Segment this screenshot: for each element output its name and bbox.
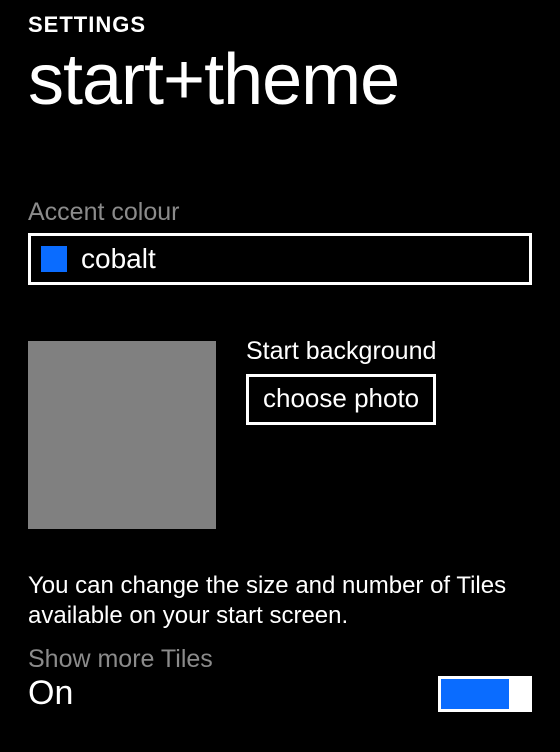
accent-colour-name: cobalt — [81, 245, 156, 273]
show-more-tiles-state: On — [28, 674, 73, 713]
accent-colour-label: Accent colour — [28, 198, 532, 227]
toggle-fill — [441, 679, 509, 709]
breadcrumb: SETTINGS — [28, 12, 532, 38]
start-background-label: Start background — [246, 337, 532, 366]
choose-photo-button[interactable]: choose photo — [246, 374, 436, 425]
show-more-tiles-toggle[interactable] — [438, 676, 532, 712]
toggle-thumb-icon — [509, 677, 529, 711]
accent-swatch-icon — [41, 246, 67, 272]
start-background-preview[interactable] — [28, 341, 216, 529]
tiles-description: You can change the size and number of Ti… — [28, 571, 532, 631]
accent-colour-picker[interactable]: cobalt — [28, 233, 532, 285]
show-more-tiles-label: Show more Tiles — [28, 645, 532, 674]
page-title: start+theme — [28, 44, 532, 116]
